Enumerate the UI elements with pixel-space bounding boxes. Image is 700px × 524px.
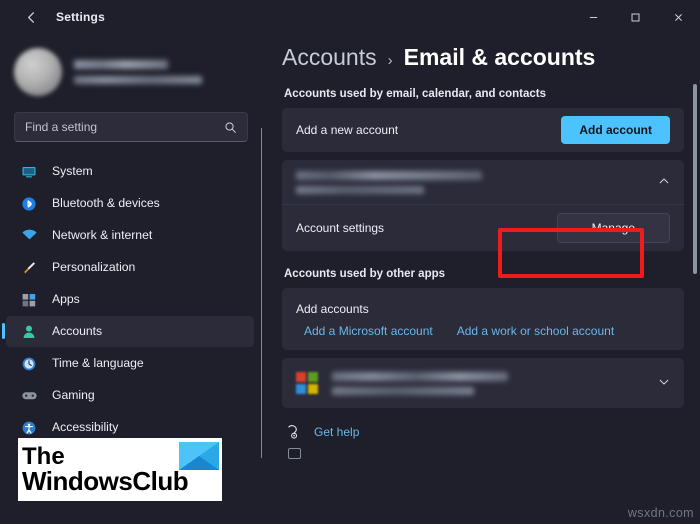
close-button[interactable] [656, 0, 700, 34]
microsoft-account-info [332, 371, 648, 395]
back-button[interactable] [14, 0, 48, 34]
maximize-icon [631, 13, 639, 21]
existing-account-card: Account settings Manage [282, 160, 684, 251]
sidebar-item-gaming[interactable]: Gaming [6, 380, 254, 411]
existing-account-email-redacted [296, 185, 424, 194]
add-microsoft-account-link[interactable]: Add a Microsoft account [304, 324, 433, 338]
page-title: Email & accounts [403, 44, 596, 70]
account-email-redacted [74, 76, 202, 84]
minimize-icon [589, 16, 597, 18]
get-help-link[interactable]: Get help [314, 425, 359, 439]
existing-account-name-redacted [296, 170, 482, 180]
feedback-icon[interactable] [288, 448, 301, 459]
back-arrow-icon [27, 11, 34, 23]
sidebar-item-personalization[interactable]: Personalization [6, 252, 254, 283]
chevron-down-icon[interactable] [648, 376, 670, 391]
sidebar-item-system[interactable]: System [6, 156, 254, 187]
add-account-card: Add a new account Add account [282, 108, 684, 152]
chevron-right-icon: › [387, 52, 393, 69]
search-icon [224, 121, 247, 134]
accessibility-icon [20, 419, 38, 437]
other-apps-card: Add accounts Add a Microsoft account Add… [282, 288, 684, 350]
windowsclub-watermark-text: The WindowsClub [22, 443, 189, 496]
title-bar: Settings [0, 0, 700, 34]
sidebar-item-accounts[interactable]: Accounts [2, 316, 254, 347]
close-icon [674, 13, 682, 21]
breadcrumb-root[interactable]: Accounts [282, 44, 377, 71]
sidebar-item-bluetooth-devices[interactable]: Bluetooth & devices [6, 188, 254, 219]
microsoft-logo-icon [296, 372, 318, 394]
microsoft-account-name-redacted [332, 371, 508, 381]
content-scrollbar[interactable] [693, 84, 697, 274]
chevron-up-icon[interactable] [648, 175, 670, 190]
windowsclub-the: The [22, 443, 65, 470]
person-icon [20, 323, 38, 341]
add-accounts-row: Add accounts [282, 288, 684, 322]
sidebar-item-label: Apps [52, 292, 80, 307]
window-title: Settings [56, 10, 105, 24]
sidebar-item-apps[interactable]: Apps [6, 284, 254, 315]
windowsclub-watermark: The WindowsClub [18, 438, 222, 501]
microsoft-account-row[interactable] [282, 358, 684, 408]
apps-icon [20, 291, 38, 309]
other-apps-section-title: Accounts used by other apps [284, 268, 446, 280]
existing-account-header[interactable] [282, 160, 684, 204]
gamepad-icon [20, 387, 38, 405]
sidebar-item-label: Time & language [52, 356, 144, 371]
add-account-button[interactable]: Add account [561, 116, 670, 144]
get-help-row[interactable]: Get help [286, 424, 684, 439]
paintbrush-icon [20, 259, 38, 277]
search-input[interactable] [15, 120, 224, 134]
wifi-icon [20, 227, 38, 245]
email-section-title: Accounts used by email, calendar, and co… [284, 88, 547, 100]
sidebar-item-label: Bluetooth & devices [52, 196, 160, 211]
sidebar-item-label: Network & internet [52, 228, 153, 243]
sidebar-item-label: Accounts [52, 324, 103, 339]
account-settings-label: Account settings [296, 221, 385, 235]
site-watermark: wsxdn.com [627, 506, 694, 520]
add-work-school-account-link[interactable]: Add a work or school account [457, 324, 614, 338]
add-new-account-label: Add a new account [296, 123, 399, 137]
microsoft-account-email-redacted [332, 386, 474, 395]
sidebar-item-label: Personalization [52, 260, 136, 275]
add-new-account-row: Add a new account Add account [282, 108, 684, 152]
sidebar-item-time-language[interactable]: Time & language [6, 348, 254, 379]
avatar [14, 48, 62, 96]
existing-account-info [296, 170, 648, 194]
add-account-links: Add a Microsoft account Add a work or sc… [282, 322, 684, 350]
sidebar-nav: System Bluetooth & devices Network & int… [0, 156, 262, 475]
account-settings-row: Account settings Manage [282, 205, 684, 251]
breadcrumb: Accounts › Email & accounts [282, 44, 684, 71]
bluetooth-icon [20, 195, 38, 213]
settings-window: Settings Find a setting System Bluetooth… [0, 0, 700, 524]
maximize-button[interactable] [614, 0, 656, 34]
window-controls [572, 0, 700, 34]
minimize-button[interactable] [572, 0, 614, 34]
sidebar-item-label: Accessibility [52, 420, 119, 435]
manage-button[interactable]: Manage [556, 213, 670, 243]
sidebar-item-network-internet[interactable]: Network & internet [6, 220, 254, 251]
sidebar-item-label: System [52, 164, 93, 179]
microsoft-account-card[interactable] [282, 358, 684, 408]
add-accounts-label: Add accounts [296, 302, 369, 316]
search-box[interactable] [14, 112, 248, 142]
windowsclub-club: WindowsClub [22, 465, 189, 496]
windowsclub-diamond-icon [179, 442, 219, 470]
main-content: Accounts › Email & accounts Accounts use… [262, 34, 700, 524]
sidebar-account-block[interactable] [0, 34, 262, 100]
sidebar-account-text [74, 60, 202, 84]
clock-icon [20, 355, 38, 373]
monitor-icon [20, 163, 38, 181]
account-name-redacted [74, 60, 168, 69]
help-question-icon [286, 424, 301, 439]
sidebar-item-label: Gaming [52, 388, 95, 403]
